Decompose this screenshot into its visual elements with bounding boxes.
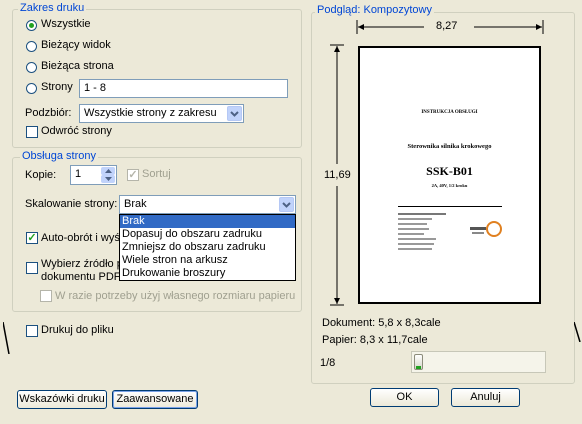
reverse-pages-checkbox[interactable]	[26, 126, 38, 138]
radio-current-page-label[interactable]: Bieżąca strona	[41, 60, 114, 72]
choose-source-label-1[interactable]: Wybierz źródło p	[41, 258, 123, 270]
scaling-dropdown-list: Brak Dopasuj do obszaru zadruku Zmniejsz…	[119, 214, 296, 281]
right-edge-mark	[574, 322, 582, 342]
custom-size-checkbox[interactable]	[40, 290, 52, 302]
stepper-down-icon[interactable]	[101, 175, 115, 183]
doc-logo-icon	[468, 220, 504, 238]
autorotate-label[interactable]: Auto-obrót i wyś	[41, 232, 120, 244]
height-label: 11,69	[324, 169, 351, 181]
collate-label[interactable]: Sortuj	[142, 168, 171, 180]
chevron-down-icon[interactable]	[227, 106, 242, 121]
page-handling-title: Obsługa strony	[20, 150, 98, 162]
radio-current-page[interactable]	[26, 62, 37, 73]
print-to-file-label[interactable]: Drukuj do pliku	[41, 324, 114, 336]
radio-pages[interactable]	[26, 83, 37, 94]
page-preview: INSTRUKCJA OBSŁUGI Sterownika silnika kr…	[358, 46, 541, 304]
copies-value: 1	[75, 168, 82, 180]
scaling-option-shrink[interactable]: Zmniejsz do obszaru zadruku	[120, 241, 295, 254]
scaling-option-none[interactable]: Brak	[120, 215, 295, 228]
document-size: Dokument: 5,8 x 8,3cale	[322, 317, 441, 329]
scaling-option-fit[interactable]: Dopasuj do obszaru zadruku	[120, 228, 295, 241]
radio-all[interactable]	[26, 20, 37, 31]
autorotate-checkbox[interactable]: ✓	[26, 232, 38, 244]
cancel-button[interactable]: Anuluj	[451, 388, 520, 407]
copies-input[interactable]: 1	[70, 165, 117, 185]
doc-spec: 2A, 40V, 1/2 kroku	[431, 183, 468, 188]
reverse-pages-label[interactable]: Odwróć strony	[41, 125, 112, 137]
doc-subtitle: Sterownika silnika krokowego	[407, 143, 492, 150]
width-label: 8,27	[436, 20, 458, 32]
radio-all-label[interactable]: Wszystkie	[41, 18, 91, 30]
choose-source-label-2[interactable]: dokumentu PDF	[41, 271, 120, 283]
print-tips-button[interactable]: Wskazówki druku	[17, 390, 107, 409]
choose-source-checkbox[interactable]	[26, 262, 38, 274]
page-slider-thumb[interactable]	[414, 354, 423, 370]
scaling-select[interactable]: Brak	[119, 195, 296, 214]
ok-button[interactable]: OK	[370, 388, 439, 407]
chevron-down-icon[interactable]	[279, 197, 294, 212]
custom-size-label[interactable]: W razie potrzeby użyj własnego rozmiaru …	[55, 290, 295, 302]
doc-model: SSK-B01	[426, 164, 473, 178]
scaling-label: Skalowanie strony:	[25, 198, 118, 210]
scaling-option-booklet[interactable]: Drukowanie broszury	[120, 267, 295, 280]
subset-select[interactable]: Wszystkie strony z zakresu	[79, 104, 244, 123]
print-range-title: Zakres druku	[18, 2, 87, 14]
scaling-option-multiple[interactable]: Wiele stron na arkusz	[120, 254, 295, 267]
subset-label: Podzbiór:	[25, 107, 72, 119]
subset-value: Wszystkie strony z zakresu	[84, 107, 217, 119]
paper-size: Papier: 8,3 x 11,7cale	[322, 334, 428, 346]
advanced-button[interactable]: Zaawansowane	[112, 390, 198, 409]
doc-rule	[398, 206, 502, 207]
pages-input[interactable]: 1 - 8	[79, 79, 288, 98]
radio-current-view-label[interactable]: Bieżący widok	[41, 39, 111, 51]
left-edge-mark	[3, 322, 11, 354]
radio-current-view[interactable]	[26, 41, 37, 52]
scaling-value: Brak	[124, 198, 147, 210]
stepper-up-icon[interactable]	[101, 167, 115, 175]
copies-label: Kopie:	[25, 169, 57, 181]
radio-pages-label[interactable]: Strony	[41, 81, 73, 93]
doc-header: INSTRUKCJA OBSŁUGI	[421, 110, 478, 115]
doc-footer-text	[398, 213, 446, 250]
collate-checkbox[interactable]: ✓	[127, 169, 139, 181]
page-slider-track[interactable]	[411, 351, 546, 373]
print-to-file-checkbox[interactable]	[26, 325, 38, 337]
copies-stepper[interactable]	[101, 167, 115, 183]
page-indicator: 1/8	[320, 357, 336, 369]
preview-title: Podgląd: Kompozytowy	[315, 4, 434, 16]
